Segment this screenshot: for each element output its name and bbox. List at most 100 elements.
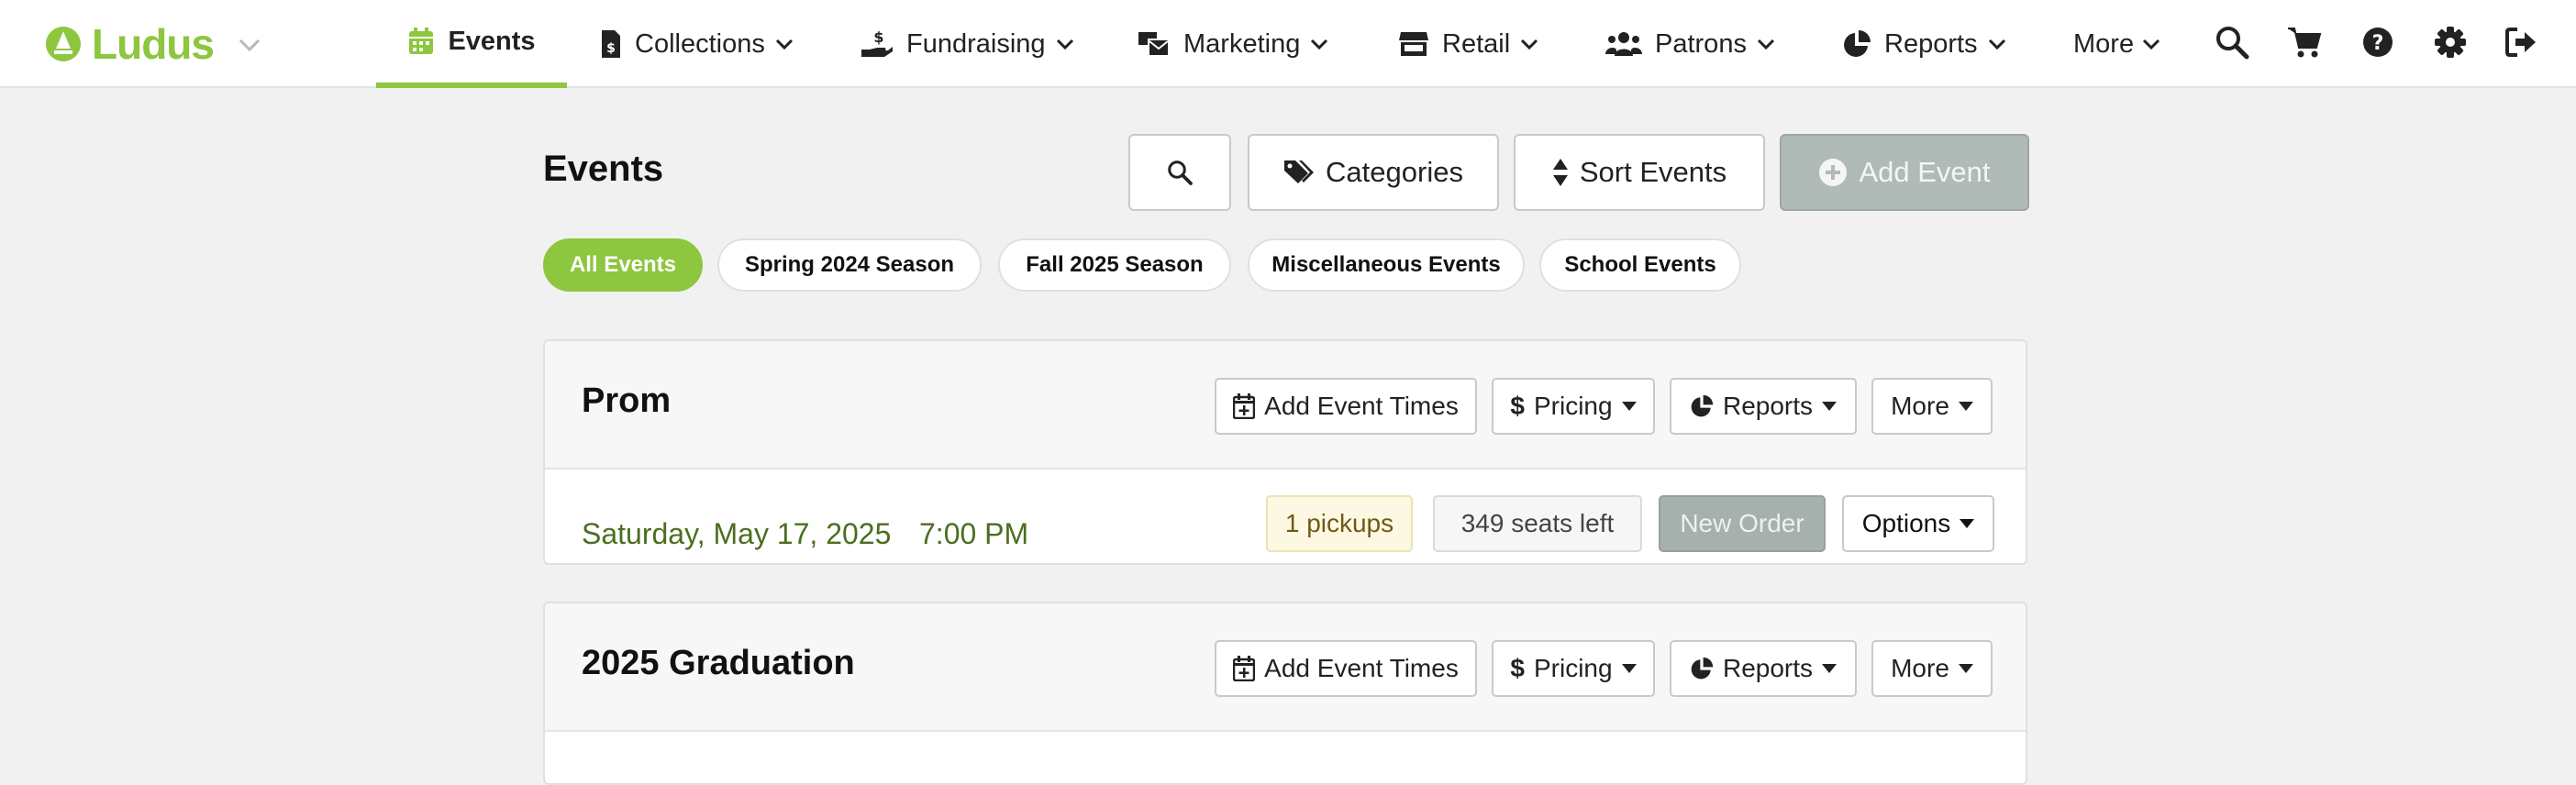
nav-label-fundraising: Fundraising <box>906 28 1046 59</box>
top-navigation: Ludus Events $ Collections $ Fundraising <box>0 0 2576 88</box>
search-events-button[interactable] <box>1128 134 1231 211</box>
add-event-times-button[interactable]: Add Event Times <box>1215 378 1477 435</box>
nav-label-collections: Collections <box>635 28 765 59</box>
add-event-times-label: Add Event Times <box>1264 392 1459 420</box>
nav-label-patrons: Patrons <box>1655 28 1747 59</box>
categories-button[interactable]: Categories <box>1248 134 1499 211</box>
sort-events-label: Sort Events <box>1579 156 1727 188</box>
caret-down-icon <box>1822 664 1838 673</box>
filter-all-events[interactable]: All Events <box>543 238 703 292</box>
sort-icon <box>1552 159 1568 186</box>
caret-down-icon <box>1621 664 1637 673</box>
nav-item-fundraising[interactable]: $ Fundraising <box>861 0 1075 88</box>
seats-left-badge: 349 seats left <box>1433 495 1642 552</box>
help-icon[interactable]: ? <box>2359 24 2396 61</box>
calendar-icon <box>409 28 434 54</box>
pie-chart-icon <box>1691 657 1714 680</box>
nav-label-more: More <box>2073 28 2135 59</box>
nav-item-patrons[interactable]: Patrons <box>1605 0 1776 88</box>
pricing-label: Pricing <box>1533 654 1613 682</box>
brand-name: Ludus <box>92 20 215 68</box>
pricing-dropdown[interactable]: $ Pricing <box>1492 640 1655 697</box>
sort-events-button[interactable]: Sort Events <box>1514 134 1765 211</box>
filter-spring-2024-season[interactable]: Spring 2024 Season <box>717 238 982 292</box>
categories-label: Categories <box>1326 156 1463 188</box>
nav-item-reports[interactable]: Reports <box>1842 0 2007 88</box>
filter-school-events[interactable]: School Events <box>1539 238 1741 292</box>
tags-icon <box>1284 160 1315 183</box>
hand-dollar-icon: $ <box>861 29 893 57</box>
event-date: Saturday, May 17, 2025 <box>582 517 892 550</box>
event-title: 2025 Graduation <box>582 644 855 682</box>
reports-label: Reports <box>1722 654 1814 682</box>
invoice-icon: $ <box>602 30 620 58</box>
nav-item-events[interactable]: Events <box>376 0 567 88</box>
sign-out-icon[interactable] <box>2503 24 2539 61</box>
users-icon <box>1605 32 1642 56</box>
dollar-icon: $ <box>1510 654 1525 682</box>
plus-circle-icon <box>1819 159 1848 186</box>
pricing-label: Pricing <box>1533 392 1613 420</box>
pie-chart-icon <box>1844 30 1871 57</box>
cart-icon[interactable] <box>2286 24 2323 61</box>
chevron-down-icon <box>1988 39 2005 50</box>
calendar-plus-icon <box>1233 656 1256 681</box>
caret-down-icon <box>1958 402 1973 411</box>
nav-item-more[interactable]: More <box>2073 0 2161 88</box>
reports-label: Reports <box>1722 392 1814 420</box>
event-card-header: Prom Add Event Times $ Pricing Reports M… <box>545 341 2026 470</box>
gear-icon[interactable] <box>2432 24 2469 61</box>
page-title: Events <box>543 149 664 189</box>
more-label: More <box>1891 392 1949 420</box>
chevron-down-icon[interactable] <box>236 30 263 58</box>
caret-down-icon <box>1822 402 1838 411</box>
options-label: Options <box>1861 509 1951 537</box>
new-order-button[interactable]: New Order <box>1659 495 1826 552</box>
reports-dropdown[interactable]: Reports <box>1670 640 1857 697</box>
svg-text:$: $ <box>873 29 883 46</box>
more-dropdown[interactable]: More <box>1871 378 1993 435</box>
caret-down-icon <box>1958 664 1973 673</box>
brand-logo[interactable]: Ludus <box>44 18 263 70</box>
mail-bulk-icon <box>1138 32 1170 57</box>
nav-label-retail: Retail <box>1442 28 1511 59</box>
options-dropdown[interactable]: Options <box>1842 495 1994 552</box>
svg-text:?: ? <box>2372 32 2384 55</box>
more-dropdown[interactable]: More <box>1871 640 1993 697</box>
nav-item-collections[interactable]: $ Collections <box>600 0 794 88</box>
chevron-down-icon <box>2143 39 2160 50</box>
event-card: 2025 Graduation Add Event Times $ Pricin… <box>543 602 2027 785</box>
ludus-logo-icon <box>46 27 81 61</box>
reports-dropdown[interactable]: Reports <box>1670 378 1857 435</box>
chevron-down-icon <box>1521 39 1538 50</box>
chevron-down-icon <box>1056 39 1073 50</box>
pie-chart-icon <box>1691 394 1714 417</box>
svg-text:$: $ <box>606 41 616 56</box>
nav-label-reports: Reports <box>1884 28 1978 59</box>
store-icon <box>1399 32 1428 56</box>
pricing-dropdown[interactable]: $ Pricing <box>1492 378 1655 435</box>
filter-miscellaneous-events[interactable]: Miscellaneous Events <box>1248 238 1525 292</box>
add-event-times-label: Add Event Times <box>1264 654 1459 682</box>
add-event-label: Add Event <box>1859 156 1991 188</box>
more-label: More <box>1891 654 1949 682</box>
dollar-icon: $ <box>1510 392 1525 420</box>
chevron-down-icon <box>775 39 793 50</box>
nav-item-marketing[interactable]: Marketing <box>1138 0 1329 88</box>
event-time: 7:00 PM <box>919 517 1029 550</box>
event-card-header: 2025 Graduation Add Event Times $ Pricin… <box>545 603 2026 732</box>
filter-fall-2025-season[interactable]: Fall 2025 Season <box>998 238 1231 292</box>
chevron-down-icon <box>1757 39 1775 50</box>
search-icon <box>1168 160 1193 185</box>
add-event-times-button[interactable]: Add Event Times <box>1215 640 1477 697</box>
event-title: Prom <box>582 381 672 420</box>
caret-down-icon <box>1960 519 1975 528</box>
pickups-badge[interactable]: 1 pickups <box>1266 495 1413 552</box>
add-event-button[interactable]: Add Event <box>1780 134 2029 211</box>
search-icon[interactable] <box>2214 24 2250 61</box>
nav-item-retail[interactable]: Retail <box>1398 0 1539 88</box>
event-card: Prom Add Event Times $ Pricing Reports M… <box>543 339 2027 565</box>
calendar-plus-icon <box>1233 393 1256 419</box>
nav-label-events: Events <box>448 26 536 56</box>
chevron-down-icon <box>1311 39 1328 50</box>
